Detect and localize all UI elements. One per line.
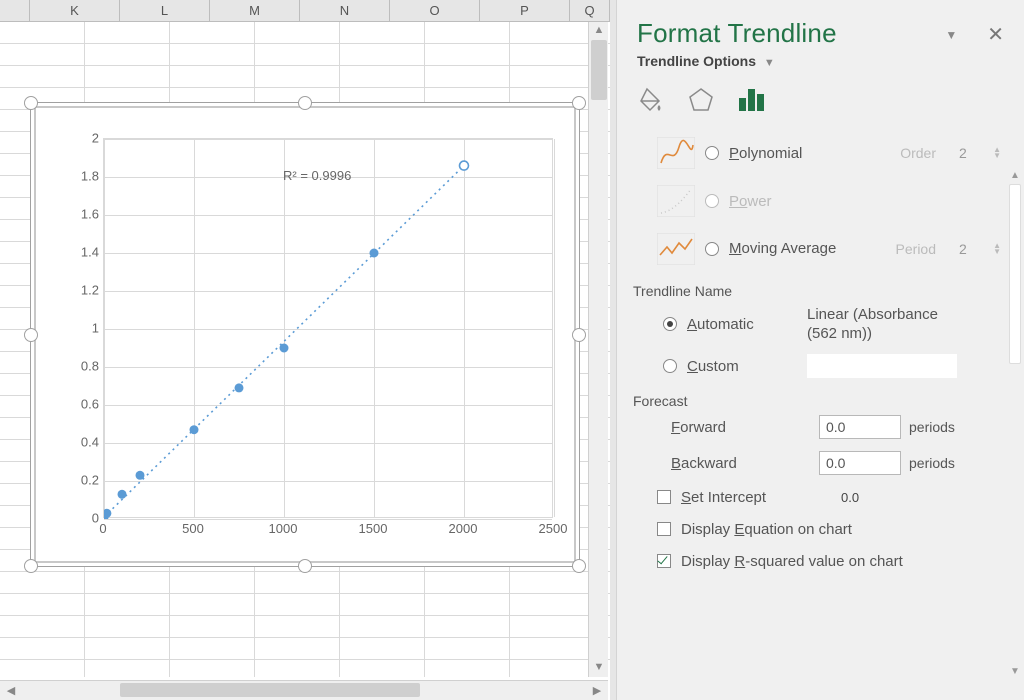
set-intercept-label: Set Intercept <box>681 489 831 506</box>
period-label: Period <box>896 241 936 257</box>
column-header[interactable]: Q <box>570 0 610 21</box>
display-rsquared-label: Display R-squared value on chart <box>681 553 903 570</box>
pane-vertical-scrollbar[interactable]: ▲ ▼ <box>1008 170 1022 680</box>
effects-icon[interactable] <box>687 85 715 113</box>
embedded-chart[interactable]: 00.20.40.60.811.21.41.61.82 050010001500… <box>30 102 580 567</box>
set-intercept-value: 0.0 <box>841 490 859 505</box>
scroll-up-icon[interactable]: ▲ <box>589 22 609 40</box>
chevron-down-icon: ▼ <box>764 57 775 69</box>
resize-handle[interactable] <box>572 559 586 573</box>
backward-unit: periods <box>909 455 955 471</box>
resize-handle[interactable] <box>24 559 38 573</box>
resize-handle[interactable] <box>24 328 38 342</box>
pane-subtitle[interactable]: Trendline Options ▼ <box>617 53 1024 71</box>
moving-average-label: Moving Average <box>729 241 886 258</box>
scroll-thumb[interactable] <box>1009 184 1021 364</box>
resize-handle[interactable] <box>572 96 586 110</box>
radio-custom[interactable] <box>663 359 677 373</box>
automatic-name-value: Linear (Absorbance (562 nm)) <box>807 305 957 344</box>
scroll-thumb[interactable] <box>591 40 607 100</box>
display-equation-label: Display Equation on chart <box>681 521 852 538</box>
order-spinner[interactable]: 2▲▼ <box>950 141 1002 165</box>
close-icon[interactable]: ✕ <box>987 22 1004 47</box>
scroll-right-icon[interactable]: ▶ <box>586 684 608 697</box>
moving-average-icon <box>657 232 695 266</box>
trendline-options-icon[interactable] <box>737 85 767 113</box>
scroll-thumb[interactable] <box>120 683 420 697</box>
period-spinner[interactable]: 2▲▼ <box>950 237 1002 261</box>
backward-label: Backward <box>671 455 811 472</box>
column-headers[interactable]: KLMNOPQ <box>0 0 610 22</box>
resize-handle[interactable] <box>298 96 312 110</box>
scroll-down-icon[interactable]: ▼ <box>589 659 609 677</box>
column-header[interactable]: O <box>390 0 480 21</box>
column-header[interactable]: N <box>300 0 390 21</box>
power-icon <box>657 184 695 218</box>
scroll-down-icon[interactable]: ▼ <box>1008 666 1022 680</box>
forecast-head: Forecast <box>633 383 1002 409</box>
scroll-up-icon[interactable]: ▲ <box>1008 170 1022 184</box>
column-header[interactable] <box>0 0 30 21</box>
horizontal-scrollbar[interactable]: ◀ ▶ <box>0 680 608 700</box>
automatic-label: Automatic <box>687 316 797 333</box>
vertical-scrollbar[interactable]: ▲ ▼ <box>588 22 608 677</box>
column-header[interactable]: P <box>480 0 570 21</box>
checkbox-display-equation[interactable] <box>657 522 671 536</box>
y-axis-ticks: 00.20.40.60.811.21.41.61.82 <box>61 138 99 518</box>
order-label: Order <box>900 145 936 161</box>
resize-handle[interactable] <box>572 328 586 342</box>
custom-name-input[interactable] <box>807 354 957 378</box>
resize-handle[interactable] <box>298 559 312 573</box>
pane-title: Format Trendline <box>637 18 935 49</box>
polynomial-label: Polynomial <box>729 145 890 162</box>
column-header[interactable]: K <box>30 0 120 21</box>
forward-label: Forward <box>671 419 811 436</box>
forward-input[interactable] <box>819 415 901 439</box>
resize-handle[interactable] <box>24 96 38 110</box>
checkbox-set-intercept[interactable] <box>657 490 671 504</box>
radio-power <box>705 194 719 208</box>
cell-grid[interactable]: 00.20.40.60.811.21.41.61.82 050010001500… <box>0 22 610 677</box>
fill-line-icon[interactable] <box>637 85 665 113</box>
scroll-left-icon[interactable]: ◀ <box>0 684 22 697</box>
format-trendline-pane: Format Trendline ▼ ✕ Trendline Options ▼ <box>616 0 1024 700</box>
checkbox-display-rsquared[interactable] <box>657 554 671 568</box>
column-header[interactable]: L <box>120 0 210 21</box>
x-axis-ticks: 05001000150020002500 <box>103 521 553 541</box>
column-header[interactable]: M <box>210 0 300 21</box>
r-squared-label: R² = 0.9996 <box>283 168 351 183</box>
radio-polynomial[interactable] <box>705 146 719 160</box>
polynomial-icon <box>657 136 695 170</box>
radio-moving-average[interactable] <box>705 242 719 256</box>
custom-label: Custom <box>687 358 797 375</box>
pane-subtitle-label: Trendline Options <box>637 53 756 69</box>
plot-area[interactable] <box>103 138 553 518</box>
backward-input[interactable] <box>819 451 901 475</box>
power-label: Power <box>729 193 1002 210</box>
forward-unit: periods <box>909 419 955 435</box>
spreadsheet-area: KLMNOPQ 00.20.40.60.811.21.41.61.82 0500… <box>0 0 610 700</box>
trendline-name-head: Trendline Name <box>633 273 1002 299</box>
pane-menu-icon[interactable]: ▼ <box>945 28 957 42</box>
radio-automatic[interactable] <box>663 317 677 331</box>
